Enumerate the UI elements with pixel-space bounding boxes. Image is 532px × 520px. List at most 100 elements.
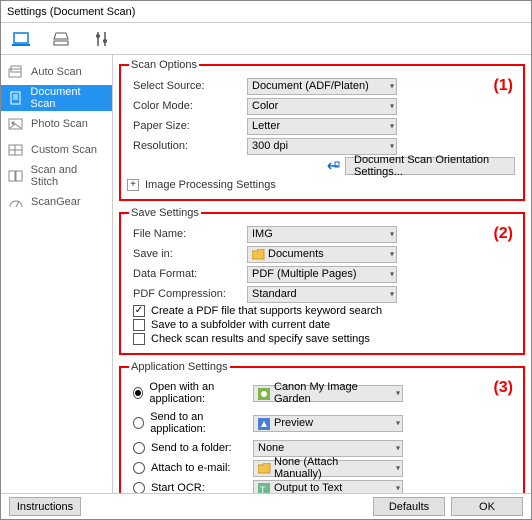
defaults-button[interactable]: Defaults (373, 497, 445, 516)
instructions-label: Instructions (17, 501, 73, 513)
file-name-label: File Name: (127, 228, 247, 240)
checkbox-label: Check scan results and specify save sett… (151, 333, 370, 345)
radio-label: Send to an application: (150, 411, 253, 435)
file-name-combo[interactable]: IMG ▾ (247, 226, 397, 243)
radio-start-ocr[interactable]: Start OCR: (127, 482, 253, 493)
custom-scan-icon (7, 143, 25, 157)
radio-icon (133, 482, 145, 493)
start-ocr-dropdown[interactable]: T Output to Text ▾ (253, 480, 403, 494)
main-panel: Scan Options (1) Select Source: Document… (113, 55, 531, 493)
radio-label: Start OCR: (151, 482, 205, 493)
radio-icon (133, 417, 144, 429)
checkbox-check-results[interactable]: Check scan results and specify save sett… (127, 333, 517, 345)
ok-label: OK (479, 501, 495, 513)
sidebar-item-photo-scan[interactable]: Photo Scan (1, 111, 112, 137)
image-processing-expander[interactable]: + Image Processing Settings (127, 179, 517, 191)
data-format-dropdown[interactable]: PDF (Multiple Pages) ▾ (247, 266, 397, 283)
checkbox-icon (133, 319, 145, 331)
save-settings-legend: Save Settings (129, 207, 201, 219)
chevron-down-icon: ▾ (390, 230, 394, 239)
resolution-dropdown[interactable]: 300 dpi ▾ (247, 138, 397, 155)
open-with-app-dropdown[interactable]: Canon My Image Garden ▾ (253, 385, 403, 402)
radio-attach-email[interactable]: Attach to e-mail: (127, 462, 253, 474)
callout-1: (1) (493, 77, 513, 95)
footer: Instructions Defaults OK (1, 493, 531, 519)
sidebar-item-custom-scan[interactable]: Custom Scan (1, 137, 112, 163)
scan-from-panel-icon[interactable] (51, 28, 73, 50)
sidebar-item-label: Custom Scan (31, 144, 97, 156)
instructions-button[interactable]: Instructions (9, 497, 81, 516)
ok-button[interactable]: OK (451, 497, 523, 516)
checkbox-subfolder[interactable]: Save to a subfolder with current date (127, 319, 517, 331)
chevron-down-icon: ▾ (396, 464, 400, 473)
checkbox-label: Create a PDF file that supports keyword … (151, 305, 382, 317)
image-processing-label: Image Processing Settings (145, 179, 276, 191)
ocr-icon: T (257, 482, 271, 494)
paper-size-label: Paper Size: (127, 120, 247, 132)
settings-window: Settings (Document Scan) Auto Scan Docum… (0, 0, 532, 520)
sidebar-item-label: Auto Scan (31, 66, 82, 78)
send-to-app-dropdown[interactable]: Preview ▾ (253, 415, 403, 432)
chevron-down-icon: ▾ (390, 122, 394, 131)
sidebar-item-auto-scan[interactable]: Auto Scan (1, 59, 112, 85)
chevron-down-icon: ▾ (396, 389, 400, 398)
open-with-app-value: Canon My Image Garden (274, 381, 388, 405)
chevron-down-icon: ▾ (390, 82, 394, 91)
window-title: Settings (Document Scan) (7, 6, 135, 18)
chevron-down-icon: ▾ (396, 419, 400, 428)
save-in-dropdown[interactable]: Documents ▾ (247, 246, 397, 263)
photo-scan-icon (7, 117, 25, 131)
chevron-down-icon: ▾ (396, 484, 400, 493)
color-mode-dropdown[interactable]: Color ▾ (247, 98, 397, 115)
pdf-compression-dropdown[interactable]: Standard ▾ (247, 286, 397, 303)
save-in-value: Documents (268, 248, 324, 260)
attach-email-dropdown[interactable]: None (Attach Manually) ▾ (253, 460, 403, 477)
send-to-app-value: Preview (274, 417, 313, 429)
radio-open-with-app[interactable]: Open with an application: (127, 381, 253, 405)
scan-options-legend: Scan Options (129, 59, 199, 71)
orientation-settings-button[interactable]: Document Scan Orientation Settings... (345, 157, 515, 175)
app-icon (257, 417, 271, 431)
checkbox-label: Save to a subfolder with current date (151, 319, 330, 331)
pdf-compression-label: PDF Compression: (127, 288, 247, 300)
auto-scan-icon (7, 65, 25, 79)
pdf-compression-value: Standard (252, 288, 297, 300)
paper-size-value: Letter (252, 120, 280, 132)
folder-icon (251, 248, 265, 262)
sidebar-item-label: Document Scan (30, 86, 106, 110)
save-settings-group: Save Settings (2) File Name: IMG ▾ Save … (119, 207, 525, 355)
radio-send-to-folder[interactable]: Send to a folder: (127, 442, 253, 454)
sidebar-item-label: Photo Scan (31, 118, 88, 130)
scan-from-computer-icon[interactable] (11, 28, 33, 50)
radio-send-to-app[interactable]: Send to an application: (127, 411, 253, 435)
attach-email-value: None (Attach Manually) (274, 456, 388, 480)
chevron-down-icon: ▾ (396, 444, 400, 453)
radio-icon (133, 442, 145, 454)
general-settings-icon[interactable] (91, 28, 113, 50)
plus-icon: + (127, 179, 139, 191)
radio-label: Send to a folder: (151, 442, 232, 454)
paper-size-dropdown[interactable]: Letter ▾ (247, 118, 397, 135)
chevron-down-icon: ▾ (390, 250, 394, 259)
select-source-dropdown[interactable]: Document (ADF/Platen) ▾ (247, 78, 397, 95)
select-source-value: Document (ADF/Platen) (252, 80, 369, 92)
resolution-label: Resolution: (127, 140, 247, 152)
sidebar-item-scangear[interactable]: ScanGear (1, 189, 112, 215)
callout-3: (3) (493, 379, 513, 397)
send-to-folder-dropdown[interactable]: None ▾ (253, 440, 403, 457)
orientation-settings-label: Document Scan Orientation Settings... (354, 154, 506, 178)
defaults-label: Defaults (389, 501, 429, 513)
app-icon (257, 387, 271, 401)
folder-icon (257, 462, 271, 476)
save-in-label: Save in: (127, 248, 247, 260)
chevron-down-icon: ▾ (390, 142, 394, 151)
radio-icon (133, 387, 143, 399)
sidebar: Auto Scan Document Scan Photo Scan Custo… (1, 55, 113, 493)
checkbox-keyword-pdf[interactable]: ✓ Create a PDF file that supports keywor… (127, 305, 517, 317)
application-settings-group: Application Settings (3) Open with an ap… (119, 361, 525, 493)
sidebar-item-scan-stitch[interactable]: Scan and Stitch (1, 163, 112, 189)
send-to-folder-value: None (258, 442, 284, 454)
sidebar-item-document-scan[interactable]: Document Scan (1, 85, 112, 111)
resolution-value: 300 dpi (252, 140, 288, 152)
select-source-label: Select Source: (127, 80, 247, 92)
